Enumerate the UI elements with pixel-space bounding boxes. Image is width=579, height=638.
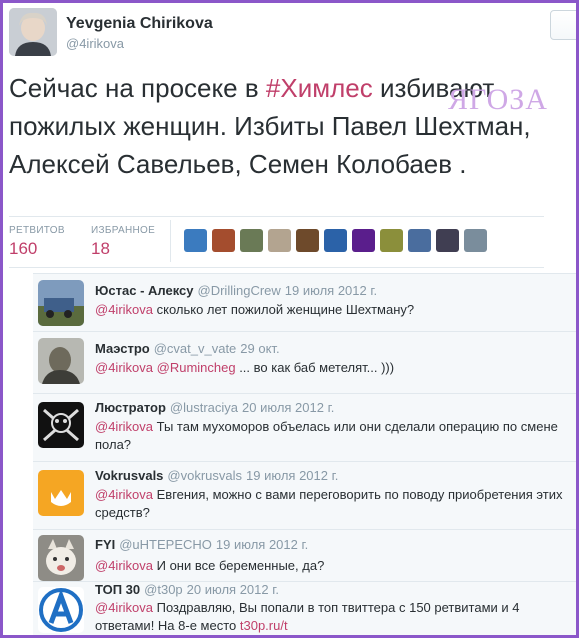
reply-timestamp[interactable]: 19 июля 2012 г. xyxy=(216,537,308,552)
favorites-count[interactable]: 18 xyxy=(91,239,110,259)
reply-item[interactable]: FYI @uHTEPECHO 19 июля 2012 г. @4irikova И… xyxy=(33,530,576,582)
reply-avatar[interactable] xyxy=(38,402,84,448)
retweets-count[interactable]: 160 xyxy=(9,239,37,259)
mention-link[interactable]: @Rumincheg xyxy=(157,360,236,375)
reply-body: Евгения, можно с вами переговорить по по… xyxy=(95,487,563,520)
reply-text: @4irikova сколько лет пожилой женщине Ше… xyxy=(95,301,575,319)
favoriters-list xyxy=(184,229,487,252)
reply-item[interactable]: Люстратор @lustraciya 20 июля 2012 г. @4ir… xyxy=(33,394,576,462)
reply-avatar[interactable] xyxy=(38,280,84,326)
screenshot-frame: Yevgenia Chirikova @4irikova Сейчас на п… xyxy=(0,0,579,638)
follow-button[interactable] xyxy=(550,10,576,40)
reply-item[interactable]: Vokrusvals @vokrusvals 19 июля 2012 г. @4i… xyxy=(33,462,576,530)
reply-timestamp[interactable]: 20 июля 2012 г. xyxy=(242,400,334,415)
reply-body: сколько лет пожилой женщине Шехтману? xyxy=(153,302,415,317)
reply-author-handle[interactable]: @t30p xyxy=(144,582,183,597)
reply-body: И они все беременные, да? xyxy=(153,558,325,573)
author-avatar[interactable] xyxy=(9,8,57,56)
mention-link[interactable]: @4irikova xyxy=(95,419,153,434)
divider xyxy=(170,220,171,262)
mention-link[interactable]: @4irikova xyxy=(95,558,153,573)
reply-body: Ты там мухоморов объелась или они сделал… xyxy=(95,419,558,452)
reply-item[interactable]: Юстас - Алексу @DrillingCrew 19 июля 2012 … xyxy=(33,274,576,332)
reply-text: @4irikova Евгения, можно с вами перегово… xyxy=(95,486,575,522)
replies-list: Юстас - Алексу @DrillingCrew 19 июля 2012 … xyxy=(33,273,576,635)
reply-text: @4irikova И они все беременные, да? xyxy=(95,557,575,575)
reply-author-name[interactable]: FYI xyxy=(95,537,115,552)
favoriter-avatar[interactable] xyxy=(184,229,207,252)
reply-author-name[interactable]: Vokrusvals xyxy=(95,468,163,483)
reply-text: @4irikova Поздравляю, Вы попали в топ тв… xyxy=(95,599,575,635)
mention-link[interactable]: @4irikova xyxy=(95,360,153,375)
favoriter-avatar[interactable] xyxy=(352,229,375,252)
reply-body: Поздравляю, Вы попали в топ твиттера с 1… xyxy=(95,600,520,633)
reply-text: @4irikova Ты там мухоморов объелась или … xyxy=(95,418,575,454)
reply-author-handle[interactable]: @cvat_v_vate xyxy=(154,341,237,356)
favoriter-avatar[interactable] xyxy=(464,229,487,252)
reply-author-name[interactable]: Люстратор xyxy=(95,400,166,415)
reply-author-name[interactable]: ТОП 30 xyxy=(95,582,140,597)
favoriter-avatar[interactable] xyxy=(324,229,347,252)
tweet-text-start: Сейчас на просеке в xyxy=(9,73,266,103)
favorites-label: ИЗБРАННОЕ xyxy=(91,225,156,236)
reply-timestamp[interactable]: 29 окт. xyxy=(240,341,279,356)
favoriter-avatar[interactable] xyxy=(212,229,235,252)
reply-text: @4irikova @Rumincheg ... во как баб мете… xyxy=(95,359,575,377)
divider xyxy=(9,267,544,268)
reply-timestamp[interactable]: 19 июля 2012 г. xyxy=(246,468,338,483)
favoriter-avatar[interactable] xyxy=(436,229,459,252)
favoriter-avatar[interactable] xyxy=(240,229,263,252)
favoriter-avatar[interactable] xyxy=(380,229,403,252)
reply-avatar[interactable] xyxy=(38,338,84,384)
reply-body: ... во как баб метелят... ))) xyxy=(235,360,395,375)
reply-item[interactable]: Маэстро @cvat_v_vate 29 окт. @4irikova @Ru… xyxy=(33,332,576,394)
reply-timestamp[interactable]: 20 июля 2012 г. xyxy=(187,582,279,597)
reply-author-handle[interactable]: @vokrusvals xyxy=(167,468,242,483)
reply-timestamp[interactable]: 19 июля 2012 г. xyxy=(285,283,377,298)
divider xyxy=(9,216,544,217)
author-name[interactable]: Yevgenia Chirikova xyxy=(66,15,213,33)
reply-author-name[interactable]: Юстас - Алексу xyxy=(95,283,194,298)
url-link[interactable]: t30p.ru/t xyxy=(240,618,288,633)
reply-author-handle[interactable]: @lustraciya xyxy=(170,400,238,415)
mention-link[interactable]: @4irikova xyxy=(95,302,153,317)
reply-avatar[interactable] xyxy=(38,587,84,633)
reply-avatar[interactable] xyxy=(38,535,84,581)
author-handle[interactable]: @4irikova xyxy=(66,36,124,51)
favoriter-avatar[interactable] xyxy=(296,229,319,252)
watermark: ЯГОЗА xyxy=(448,83,548,116)
reply-avatar[interactable] xyxy=(38,470,84,516)
favoriter-avatar[interactable] xyxy=(408,229,431,252)
mention-link[interactable]: @4irikova xyxy=(95,600,153,615)
reply-author-handle[interactable]: @DrillingCrew xyxy=(198,283,281,298)
favoriter-avatar[interactable] xyxy=(268,229,291,252)
reply-item[interactable]: ТОП 30 @t30p 20 июля 2012 г. @4irikova Поз… xyxy=(33,582,576,635)
mention-link[interactable]: @4irikova xyxy=(95,487,153,502)
reply-author-name[interactable]: Маэстро xyxy=(95,341,150,356)
reply-author-handle[interactable]: @uHTEPECHO xyxy=(119,537,212,552)
hashtag-link[interactable]: #Химлес xyxy=(266,73,373,103)
retweets-label: РЕТВИТОВ xyxy=(9,225,65,236)
